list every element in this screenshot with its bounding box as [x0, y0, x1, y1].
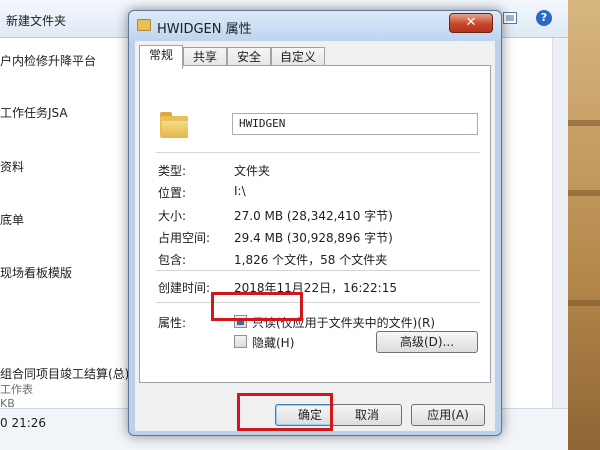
size-label: 大小: — [158, 209, 187, 223]
folder-icon — [137, 19, 151, 31]
hidden-highlight-box — [211, 292, 303, 321]
location-value: I:\ — [234, 184, 246, 198]
type-value: 文件夹 — [234, 164, 271, 178]
file-item[interactable]: 资料 — [0, 158, 24, 175]
file-item[interactable]: 工作任务JSA — [0, 104, 68, 121]
divider — [156, 302, 480, 303]
view-options-icon[interactable] — [503, 12, 517, 24]
attributes-label: 属性: — [158, 316, 187, 330]
properties-dialog: HWIDGEN 属性 ✕ 常规 共享 安全 自定义 HWIDGEN 类型: 文件… — [128, 10, 502, 436]
divider — [156, 270, 480, 271]
size-on-disk-value: 29.4 MB (30,928,896 字节) — [234, 231, 393, 245]
desktop-background — [568, 0, 600, 450]
type-label: 类型: — [158, 164, 187, 178]
location-label: 位置: — [158, 186, 187, 200]
folder-name-input[interactable]: HWIDGEN — [232, 113, 478, 135]
contains-value: 1,826 个文件，58 个文件夹 — [234, 253, 388, 267]
advanced-button[interactable]: 高级(D)... — [376, 331, 478, 353]
building-detail — [568, 300, 600, 306]
hidden-label[interactable]: 隐藏(H) — [252, 334, 294, 351]
new-folder-button[interactable]: 新建文件夹 — [6, 12, 66, 29]
cancel-button[interactable]: 取消 — [332, 404, 402, 426]
file-item[interactable]: 户内检修升降平台 — [0, 52, 96, 69]
divider — [156, 152, 480, 153]
file-item[interactable]: 底单 — [0, 211, 24, 228]
file-type: 工作表 — [0, 383, 33, 396]
created-label: 创建时间: — [158, 281, 211, 295]
tab-custom[interactable]: 自定义 — [271, 47, 325, 67]
building-detail — [568, 120, 600, 126]
close-button[interactable]: ✕ — [449, 13, 493, 33]
explorer-scrollbar[interactable] — [552, 38, 568, 450]
apply-button[interactable]: 应用(A) — [411, 404, 485, 426]
file-date: 0 21:26 — [0, 416, 47, 430]
tab-sharing[interactable]: 共享 — [183, 47, 227, 67]
contains-label: 包含: — [158, 253, 187, 267]
file-item[interactable]: 现场看板模版 — [0, 264, 72, 281]
tab-security[interactable]: 安全 — [227, 47, 271, 67]
building-detail — [568, 190, 600, 196]
folder-icon — [160, 112, 188, 138]
dialog-title: HWIDGEN 属性 — [157, 22, 252, 37]
size-value: 27.0 MB (28,342,410 字节) — [234, 209, 393, 223]
ok-highlight-box — [237, 393, 333, 431]
dialog-titlebar[interactable]: HWIDGEN 属性 ✕ — [129, 11, 501, 41]
help-icon[interactable]: ? — [536, 10, 552, 26]
general-panel: HWIDGEN 类型: 文件夹 位置: I:\ 大小: 27.0 MB (28,… — [139, 65, 491, 383]
dialog-body: 常规 共享 安全 自定义 HWIDGEN 类型: 文件夹 位置: I:\ 大小:… — [135, 41, 495, 431]
tab-general[interactable]: 常规 — [139, 45, 183, 69]
size-on-disk-label: 占用空间: — [158, 231, 211, 245]
hidden-checkbox[interactable] — [234, 335, 247, 348]
